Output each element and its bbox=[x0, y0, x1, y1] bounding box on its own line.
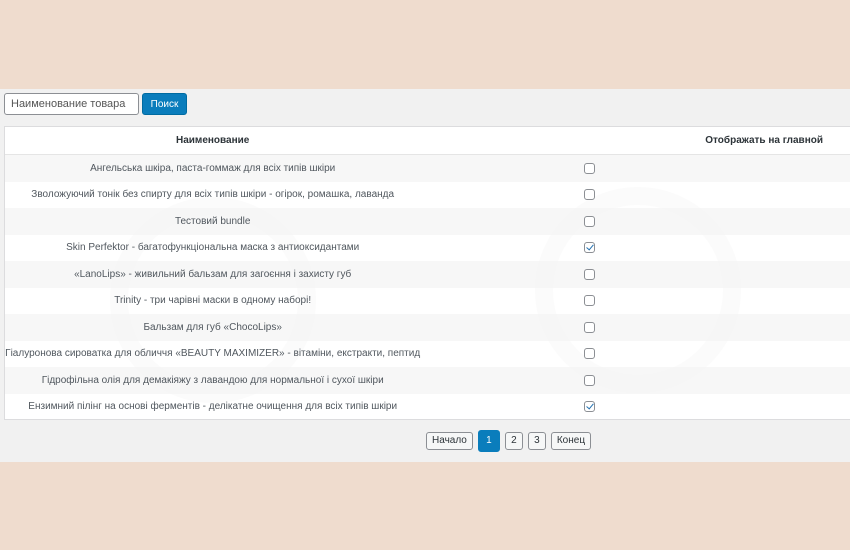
table-row: «LanoLips» - живильний бальзам для загоє… bbox=[5, 261, 850, 288]
show-on-main-cell bbox=[420, 340, 850, 367]
show-on-main-cell bbox=[420, 287, 850, 314]
show-on-main-cell bbox=[420, 393, 850, 419]
show-on-main-checkbox[interactable] bbox=[584, 295, 596, 307]
show-on-main-checkbox[interactable] bbox=[584, 162, 596, 174]
table-row: Гіалуронова сироватка для обличчя «BEAUT… bbox=[5, 340, 850, 367]
product-name-cell: Тестовий bundle bbox=[5, 208, 421, 235]
product-name-cell: Гідрофільна олія для демакіяжу з лавандо… bbox=[5, 367, 421, 394]
table-row: Ензимний пілінг на основі ферментів - де… bbox=[5, 393, 850, 419]
show-on-main-checkbox[interactable] bbox=[584, 374, 596, 386]
show-on-main-cell bbox=[420, 208, 850, 235]
product-name-cell: Trinity - три чарівні маски в одному наб… bbox=[5, 287, 421, 314]
show-on-main-cell bbox=[420, 154, 850, 182]
product-name-cell: Зволожуючий тонік без спирту для всіх ти… bbox=[5, 181, 421, 208]
search-button[interactable]: Поиск bbox=[142, 93, 187, 115]
table-row: Trinity - три чарівні маски в одному наб… bbox=[5, 287, 850, 314]
product-name-cell: Skin Perfektor - багатофункціональна мас… bbox=[5, 234, 421, 261]
search-bar: Поиск bbox=[4, 93, 187, 115]
show-on-main-checkbox[interactable] bbox=[584, 268, 596, 280]
show-on-main-cell bbox=[420, 234, 850, 261]
product-name-cell: Гіалуронова сироватка для обличчя «BEAUT… bbox=[5, 340, 421, 367]
pagination-first-button[interactable]: Начало bbox=[426, 432, 473, 450]
table-row: Тестовий bundle bbox=[5, 208, 850, 235]
pagination-page-3[interactable]: 3 bbox=[527, 432, 546, 450]
pagination-last-button[interactable]: Конец bbox=[550, 432, 592, 450]
show-on-main-checkbox[interactable] bbox=[584, 348, 596, 360]
show-on-main-cell bbox=[420, 261, 850, 288]
table-header-row: Наименование Отображать на главной bbox=[5, 127, 850, 155]
table-row: Skin Perfektor - багатофункціональна мас… bbox=[5, 234, 850, 261]
column-header-name: Наименование bbox=[5, 127, 421, 155]
product-name-cell: Ензимний пілінг на основі ферментів - де… bbox=[5, 393, 421, 419]
products-table: Наименование Отображать на главной Ангел… bbox=[5, 127, 850, 419]
show-on-main-checkbox[interactable] bbox=[584, 189, 596, 201]
pagination-page-2[interactable]: 2 bbox=[504, 432, 523, 450]
table-row: Бальзам для губ «ChocoLips» bbox=[5, 314, 850, 341]
product-name-cell: Ангельська шкіра, паста-гоммаж для всіх … bbox=[5, 154, 421, 182]
table-row: Гідрофільна олія для демакіяжу з лавандо… bbox=[5, 367, 850, 394]
product-name-cell: «LanoLips» - живильний бальзам для загоє… bbox=[5, 261, 421, 288]
product-name-cell: Бальзам для губ «ChocoLips» bbox=[5, 314, 421, 341]
pagination-page-1[interactable]: 1 bbox=[477, 430, 500, 452]
products-table-container: Наименование Отображать на главной Ангел… bbox=[4, 126, 850, 420]
show-on-main-checkbox[interactable] bbox=[584, 242, 596, 254]
products-panel: Поиск Наименование Отображать на главной… bbox=[0, 89, 850, 462]
show-on-main-cell bbox=[420, 181, 850, 208]
show-on-main-cell bbox=[420, 367, 850, 394]
table-row: Ангельська шкіра, паста-гоммаж для всіх … bbox=[5, 154, 850, 182]
show-on-main-checkbox[interactable] bbox=[584, 215, 596, 227]
column-header-show-on-main: Отображать на главной bbox=[420, 127, 850, 155]
search-input[interactable] bbox=[4, 93, 139, 115]
show-on-main-checkbox[interactable] bbox=[584, 401, 596, 413]
table-body: Ангельська шкіра, паста-гоммаж для всіх … bbox=[5, 154, 850, 419]
pagination: Начало 1 2 3 Конец bbox=[426, 430, 592, 452]
show-on-main-checkbox[interactable] bbox=[584, 321, 596, 333]
show-on-main-cell bbox=[420, 314, 850, 341]
table-row: Зволожуючий тонік без спирту для всіх ти… bbox=[5, 181, 850, 208]
